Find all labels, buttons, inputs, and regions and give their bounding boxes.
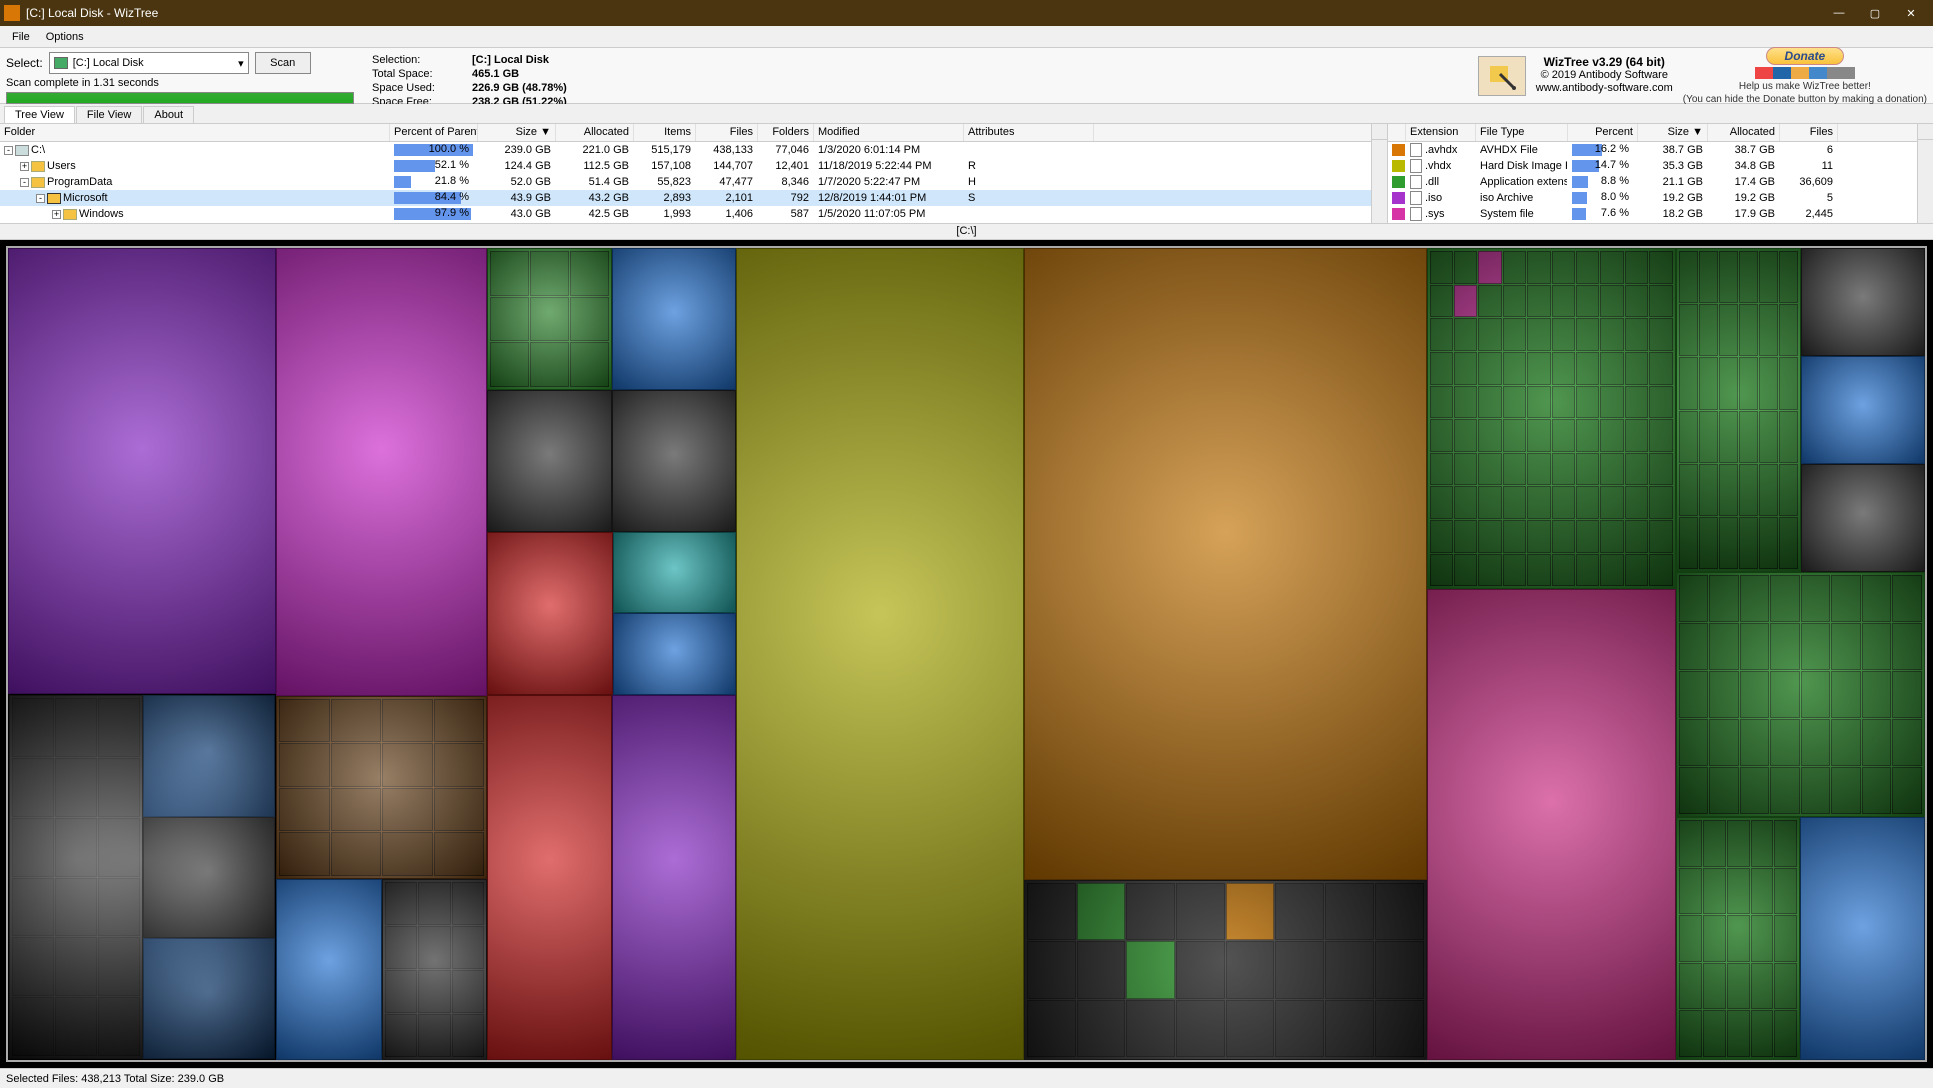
table-row[interactable]: .isoiso Archive8.0 %19.2 GB19.2 GB5 [1388,190,1917,206]
col-extension[interactable]: Extension [1406,124,1476,141]
col-ralloc[interactable]: Allocated [1708,124,1780,141]
drive-select[interactable]: [C:] Local Disk ▾ [49,52,249,74]
scan-button[interactable]: Scan [255,52,311,74]
folder-name: Users [47,160,76,172]
drive-icon [54,57,68,69]
menu-file[interactable]: File [4,29,38,45]
select-label: Select: [6,56,43,70]
path-bar: [C:\] [0,224,1933,240]
expand-toggle[interactable]: - [4,146,13,155]
tab-tree-view[interactable]: Tree View [4,106,75,123]
folder-icon [15,145,29,156]
color-swatch [1392,144,1406,156]
table-row[interactable]: -C:\100.0 %239.0 GB221.0 GB515,179438,13… [0,142,1371,158]
table-row[interactable]: .avhdxAVHDX File16.2 %38.7 GB38.7 GB6 [1388,142,1917,158]
menu-options[interactable]: Options [38,29,92,45]
file-icon [1410,159,1422,173]
brand-logo-icon [1478,56,1526,96]
file-icon [1410,143,1422,157]
space-info: Selection:[C:] Local Disk Total Space:46… [372,52,812,108]
col-items[interactable]: Items [634,124,696,141]
donate-button[interactable]: Donate [1766,47,1845,65]
chevron-down-icon: ▾ [238,57,244,70]
table-row[interactable]: .dllApplication extens8.8 %21.1 GB17.4 G… [1388,174,1917,190]
file-icon [1410,191,1422,205]
col-filetype[interactable]: File Type [1476,124,1568,141]
file-icon [1410,207,1422,221]
extension-grid[interactable]: Extension File Type Percent Size ▼ Alloc… [1387,124,1917,223]
status-text: Selected Files: 438,213 Total Size: 239.… [6,1073,224,1085]
donate-hide-text: (You can hide the Donate button by makin… [1683,94,1927,105]
file-icon [1410,175,1422,189]
extension-grid-header: Extension File Type Percent Size ▼ Alloc… [1388,124,1917,142]
col-color[interactable] [1388,124,1406,141]
table-row[interactable]: .vhdxHard Disk Image Fi14.7 %35.3 GB34.8… [1388,158,1917,174]
col-rpercent[interactable]: Percent [1568,124,1638,141]
col-modified[interactable]: Modified [814,124,964,141]
col-folder[interactable]: Folder [0,124,390,141]
close-button[interactable]: ✕ [1893,1,1929,25]
table-row[interactable]: +Users52.1 %124.4 GB112.5 GB157,108144,7… [0,158,1371,174]
view-tabs: Tree View File View About [0,104,1933,124]
minimize-button[interactable]: — [1821,1,1857,25]
col-allocated[interactable]: Allocated [556,124,634,141]
col-rfiles[interactable]: Files [1780,124,1838,141]
statusbar: Selected Files: 438,213 Total Size: 239.… [0,1068,1933,1088]
titlebar: [C:] Local Disk - WizTree — ▢ ✕ [0,0,1933,26]
table-row[interactable]: .sysSystem file7.6 %18.2 GB17.9 GB2,445 [1388,206,1917,222]
app-icon [4,5,20,21]
scan-progress [6,92,354,104]
folder-name: ProgramData [47,176,112,188]
color-swatch [1392,192,1406,204]
table-row[interactable]: -ProgramData21.8 %52.0 GB51.4 GB55,82347… [0,174,1371,190]
folder-icon [63,209,77,220]
scan-status: Scan complete in 1.31 seconds [6,77,354,89]
folder-grid[interactable]: Folder Percent of Parent Size ▼ Allocate… [0,124,1371,223]
expand-toggle[interactable]: - [36,194,45,203]
folder-icon [31,161,45,172]
col-size[interactable]: Size ▼ [478,124,556,141]
col-files[interactable]: Files [696,124,758,141]
maximize-button[interactable]: ▢ [1857,1,1893,25]
brand-title: WizTree v3.29 (64 bit) [1536,56,1673,69]
table-row[interactable]: -Microsoft84.4 %43.9 GB43.2 GB2,8932,101… [0,190,1371,206]
branding: WizTree v3.29 (64 bit) © 2019 Antibody S… [1478,52,1927,99]
extension-grid-scrollbar[interactable] [1917,124,1933,223]
table-row[interactable]: +Windows97.9 %43.0 GB42.5 GB1,9931,40658… [0,206,1371,222]
toolbar: Select: [C:] Local Disk ▾ Scan Scan comp… [0,48,1933,104]
tab-about[interactable]: About [143,106,194,123]
col-rsize[interactable]: Size ▼ [1638,124,1708,141]
color-swatch [1392,208,1406,220]
col-attributes[interactable]: Attributes [964,124,1094,141]
drive-select-text: [C:] Local Disk [73,57,144,69]
treemap[interactable] [0,240,1933,1068]
expand-toggle[interactable]: + [20,162,29,171]
folder-grid-header: Folder Percent of Parent Size ▼ Allocate… [0,124,1371,142]
folder-icon [31,177,45,188]
brand-copyright: © 2019 Antibody Software [1536,69,1673,82]
color-swatch [1392,160,1406,172]
menubar: File Options [0,26,1933,48]
col-percent[interactable]: Percent of Parent [390,124,478,141]
expand-toggle[interactable]: - [20,178,29,187]
expand-toggle[interactable]: + [52,210,61,219]
tab-file-view[interactable]: File View [76,106,142,123]
folder-name: Windows [79,208,124,220]
folder-grid-scrollbar[interactable] [1371,124,1387,223]
brand-url[interactable]: www.antibody-software.com [1536,82,1673,95]
folder-name: Microsoft [63,192,108,204]
col-folders[interactable]: Folders [758,124,814,141]
window-title: [C:] Local Disk - WizTree [26,6,1821,20]
donate-help-text: Help us make WizTree better! [1739,81,1871,92]
folder-icon [47,193,61,204]
color-swatch [1392,176,1406,188]
payment-cards-icon [1755,67,1855,79]
folder-name: C:\ [31,144,45,156]
